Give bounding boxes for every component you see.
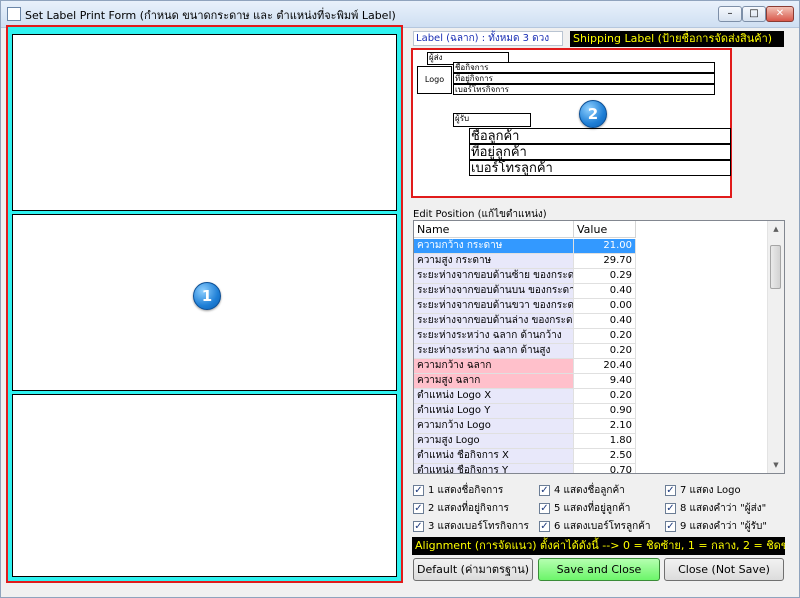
row-name-cell: ระยะห่างจากขอบด้านซ้าย ของกระดาษ	[414, 269, 574, 284]
logo-box: Logo	[417, 66, 452, 94]
company-name-box: ชื่อกิจการ	[453, 62, 715, 73]
table-row[interactable]: ระยะห่างจากขอบด้านล่าง ของกระดาษ 0.40	[414, 314, 636, 329]
row-value-cell[interactable]: 2.50	[574, 449, 636, 464]
grid-scrollbar[interactable]: ▲ ▼	[767, 221, 784, 473]
row-value-cell[interactable]: 0.90	[574, 404, 636, 419]
grid-header: Name Value (cm)	[414, 221, 636, 253]
label-slot-3[interactable]	[12, 394, 397, 577]
table-row[interactable]: ความสูง Logo 1.80	[414, 434, 636, 449]
row-name-cell: ระยะห่างระหว่าง ฉลาก ด้านสูง	[414, 344, 574, 359]
row-name-cell: ตำแหน่ง Logo Y	[414, 404, 574, 419]
checkbox-check-icon[interactable]: ✓	[665, 503, 676, 514]
shipping-label-title: Shipping Label (ป้ายชื่อการจัดส่งสินค้า)	[570, 31, 784, 47]
scroll-up-arrow-icon[interactable]: ▲	[771, 224, 781, 234]
table-row[interactable]: ระยะห่างจากขอบด้านขวา ของกระดาษ 0.00	[414, 299, 636, 314]
table-row[interactable]: ระยะห่างระหว่าง ฉลาก ด้านกว้าง 0.20	[414, 329, 636, 344]
row-name-cell: ความกว้าง ฉลาก	[414, 359, 574, 374]
customer-address-box: ที่อยู่ลูกค้า	[469, 144, 731, 160]
app-icon	[7, 7, 21, 21]
table-row[interactable]: ความสูง ฉลาก 9.40	[414, 374, 636, 389]
customer-phone-box: เบอร์โทรลูกค้า	[469, 160, 731, 176]
table-row[interactable]: ตำแหน่ง Logo X 0.20	[414, 389, 636, 404]
checkbox-label: 9 แสดงคำว่า "ผู้รับ"	[680, 521, 767, 532]
checkbox-label: 7 แสดง Logo	[680, 485, 741, 496]
row-name-cell: ความสูง Logo	[414, 434, 574, 449]
scroll-down-arrow-icon[interactable]: ▼	[771, 460, 781, 470]
callout-marker-2: 2	[579, 100, 607, 128]
table-row[interactable]: ตำแหน่ง ชื่อกิจการ X 2.50	[414, 449, 636, 464]
table-row[interactable]: ความกว้าง Logo 2.10	[414, 419, 636, 434]
save-and-close-button[interactable]: Save and Close	[538, 558, 660, 581]
edit-position-grid[interactable]: Name Value (cm) ความกว้าง กระดาษ21.00ควา…	[413, 220, 785, 474]
row-value-cell[interactable]: 0.20	[574, 329, 636, 344]
row-value-cell[interactable]: 21.00	[574, 239, 636, 254]
row-name-cell: ตำแหน่ง ชื่อกิจการ Y	[414, 464, 574, 473]
row-name-cell: ความกว้าง กระดาษ	[414, 239, 574, 254]
table-row[interactable]: ระยะห่างระหว่าง ฉลาก ด้านสูง 0.20	[414, 344, 636, 359]
row-name-cell: ระยะห่างระหว่าง ฉลาก ด้านกว้าง	[414, 329, 574, 344]
row-name-cell: ความสูง กระดาษ	[414, 254, 574, 269]
column-header-value[interactable]: Value (cm)	[574, 221, 636, 253]
row-value-cell[interactable]: 0.00	[574, 299, 636, 314]
close-window-button[interactable]: ✕	[766, 6, 794, 22]
column-header-name[interactable]: Name	[414, 221, 574, 238]
row-value-cell[interactable]: 0.20	[574, 389, 636, 404]
checkbox-label: 1 แสดงชื่อกิจการ	[428, 485, 504, 496]
table-row[interactable]: ความสูง กระดาษ 29.70	[414, 254, 636, 269]
company-address-box: ที่อยู่กิจการ	[453, 73, 715, 84]
customer-name-box: ชื่อลูกค้า	[469, 128, 731, 144]
row-name-cell: ตำแหน่ง Logo X	[414, 389, 574, 404]
minimize-button[interactable]: –	[718, 6, 742, 22]
row-value-cell[interactable]: 29.70	[574, 254, 636, 269]
table-row[interactable]: ความกว้าง ฉลาก 20.40	[414, 359, 636, 374]
row-value-cell[interactable]: 0.40	[574, 314, 636, 329]
checkbox-label: 6 แสดงเบอร์โทรลูกค้า	[554, 521, 651, 532]
recipient-title-box: ผู้รับ	[453, 113, 531, 127]
table-row[interactable]: ระยะห่างจากขอบด้านซ้าย ของกระดาษ 0.29	[414, 269, 636, 284]
table-row[interactable]: ตำแหน่ง Logo Y 0.90	[414, 404, 636, 419]
scroll-thumb[interactable]	[770, 245, 781, 289]
checkbox-check-icon[interactable]: ✓	[539, 521, 550, 532]
title-bar: Set Label Print Form (กำหนด ขนาดกระดาษ แ…	[1, 1, 799, 28]
label-slot-1[interactable]	[12, 34, 397, 211]
row-name-cell: ระยะห่างจากขอบด้านขวา ของกระดาษ	[414, 299, 574, 314]
company-phone-box: เบอร์โทรกิจการ	[453, 84, 715, 95]
table-row[interactable]: ตำแหน่ง ชื่อกิจการ Y 0.70	[414, 464, 636, 473]
checkbox-check-icon[interactable]: ✓	[413, 485, 424, 496]
row-name-cell: ระยะห่างจากขอบด้านล่าง ของกระดาษ	[414, 314, 574, 329]
table-row[interactable]: ระยะห่างจากขอบด้านบน ของกระดาษ 0.40	[414, 284, 636, 299]
row-value-cell[interactable]: 0.70	[574, 464, 636, 473]
checkbox-label: 3 แสดงเบอร์โทรกิจการ	[428, 521, 529, 532]
default-button[interactable]: Default (ค่ามาตรฐาน)	[413, 558, 533, 581]
checkbox-label: 5 แสดงที่อยู่ลูกค้า	[554, 503, 631, 514]
checkbox-label: 4 แสดงชื่อลูกค้า	[554, 485, 625, 496]
shipping-label-preview: ผู้ส่ง Logo ชื่อกิจการ ที่อยู่กิจการ เบอ…	[411, 48, 732, 198]
checkbox-check-icon[interactable]: ✓	[413, 503, 424, 514]
checkbox-check-icon[interactable]: ✓	[539, 503, 550, 514]
alignment-note: Alignment (การจัดแนว) ตั้งค่าได้ดังนี้ -…	[412, 537, 785, 555]
row-value-cell[interactable]: 0.40	[574, 284, 636, 299]
row-name-cell: ตำแหน่ง ชื่อกิจการ X	[414, 449, 574, 464]
row-value-cell[interactable]: 9.40	[574, 374, 636, 389]
maximize-button[interactable]: □	[742, 6, 766, 22]
checkbox-check-icon[interactable]: ✓	[413, 521, 424, 532]
close-not-save-button[interactable]: Close (Not Save)	[664, 558, 784, 581]
row-name-cell: ระยะห่างจากขอบด้านบน ของกระดาษ	[414, 284, 574, 299]
table-row[interactable]: ความกว้าง กระดาษ 21.00	[414, 239, 636, 254]
checkbox-check-icon[interactable]: ✓	[665, 485, 676, 496]
label-count-text: Label (ฉลาก) : ทั้งหมด 3 ดวง	[413, 31, 563, 46]
checkbox-check-icon[interactable]: ✓	[665, 521, 676, 532]
window-title: Set Label Print Form (กำหนด ขนาดกระดาษ แ…	[25, 9, 396, 22]
row-value-cell[interactable]: 0.20	[574, 344, 636, 359]
row-value-cell[interactable]: 1.80	[574, 434, 636, 449]
checkbox-label: 8 แสดงคำว่า "ผู้ส่ง"	[680, 503, 767, 514]
callout-marker-1: 1	[193, 282, 221, 310]
row-value-cell[interactable]: 20.40	[574, 359, 636, 374]
checkbox-check-icon[interactable]: ✓	[539, 485, 550, 496]
row-name-cell: ความสูง ฉลาก	[414, 374, 574, 389]
row-name-cell: ความกว้าง Logo	[414, 419, 574, 434]
checkbox-label: 2 แสดงที่อยู่กิจการ	[428, 503, 509, 514]
row-value-cell[interactable]: 2.10	[574, 419, 636, 434]
row-value-cell[interactable]: 0.29	[574, 269, 636, 284]
